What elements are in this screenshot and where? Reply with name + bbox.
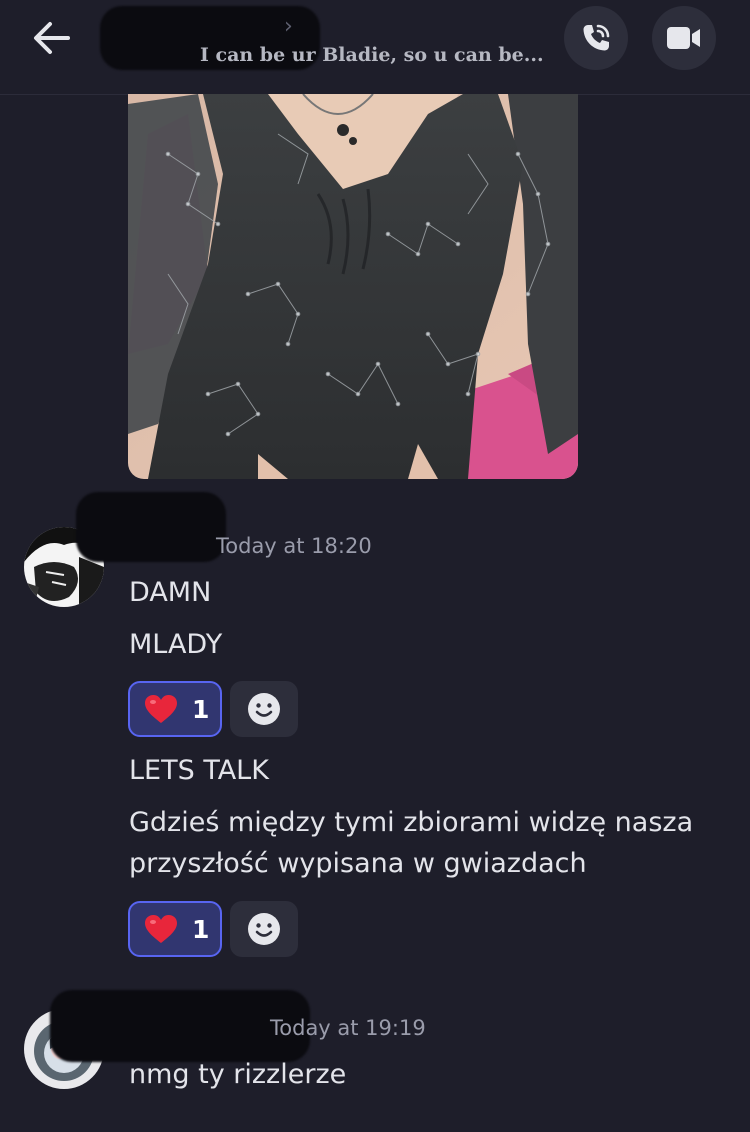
message-timestamp: Today at 19:19 [270, 1016, 426, 1040]
voice-call-button[interactable] [564, 6, 628, 70]
video-call-button[interactable] [652, 6, 716, 70]
heart-icon [145, 695, 177, 723]
add-reaction-button[interactable] [230, 681, 298, 737]
smiley-icon [248, 913, 280, 945]
redacted-username[interactable] [76, 492, 226, 562]
heart-icon [145, 915, 177, 943]
back-button[interactable] [28, 18, 76, 58]
smiley-icon [248, 693, 280, 725]
message-text: DAMN [129, 577, 212, 608]
reaction-count: 1 [192, 694, 210, 724]
message-text: nmg ty rizzlerze [129, 1059, 347, 1090]
message-text: Gdzieś między tymi zbiorami widzę nasza … [129, 807, 694, 879]
heart-reaction[interactable]: 1 [128, 901, 222, 957]
arrow-left-icon [34, 22, 70, 54]
heart-reaction[interactable]: 1 [128, 681, 222, 737]
reaction-count: 1 [192, 914, 210, 944]
chat-screen: › I can be ur Bladie, so u can be... Tod… [0, 0, 750, 1132]
video-camera-icon [667, 27, 700, 49]
message-text: LETS TALK [129, 755, 269, 786]
message-timestamp: Today at 18:20 [216, 534, 372, 558]
add-reaction-button[interactable] [230, 901, 298, 957]
image-attachment[interactable] [128, 94, 578, 479]
chevron-right-icon[interactable]: › [284, 14, 293, 39]
phone-call-icon [583, 24, 610, 51]
channel-status-text: I can be ur Bladie, so u can be... [200, 44, 544, 66]
message-text: MLADY [129, 629, 223, 660]
chat-header: › I can be ur Bladie, so u can be... [0, 0, 750, 95]
